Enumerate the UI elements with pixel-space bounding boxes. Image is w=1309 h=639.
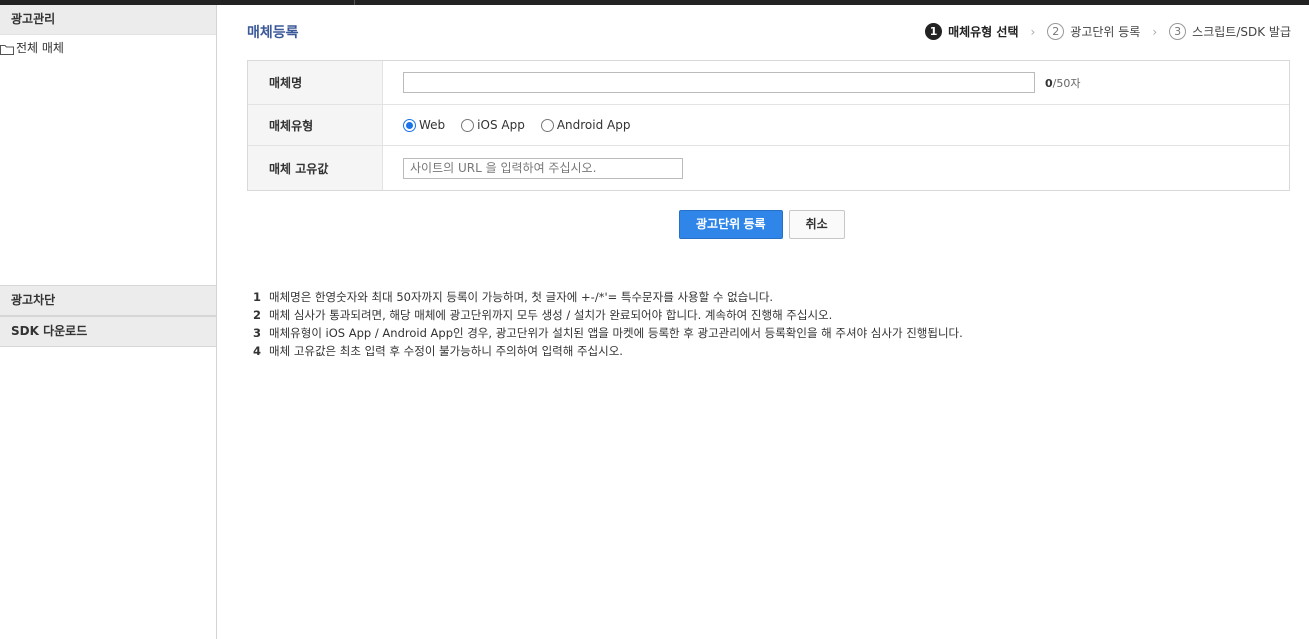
step-label: 스크립트/SDK 발급: [1192, 25, 1291, 39]
list-item: 2 매체 심사가 통과되려면, 해당 매체에 광고단위까지 모두 생성 / 설치…: [253, 308, 833, 322]
radio-button[interactable]: [540, 118, 554, 132]
tree-item-all-media[interactable]: 전체 매체: [0, 40, 64, 56]
list-item: 3 매체유형이 iOS App / Android App인 경우, 광고단위가…: [253, 326, 963, 340]
char-count: 0: [1045, 76, 1053, 90]
notes-list: 1 매체명은 한영숫자와 최대 50자까지 등록이 가능하며, 첫 글자에 +-…: [253, 288, 963, 360]
field-label: 매체명: [248, 61, 383, 104]
field-label: 매체유형: [248, 105, 383, 145]
form-row-type: 매체유형 Web iOS App Android App: [248, 105, 1289, 146]
media-name-input[interactable]: [403, 72, 1035, 93]
media-key-input[interactable]: [403, 157, 683, 179]
step-label: 매체유형 선택: [948, 25, 1019, 39]
step-number: 2: [1047, 23, 1065, 40]
chevron-right-icon: ›: [1152, 24, 1158, 39]
tree-item-label: 전체 매체: [16, 41, 64, 55]
char-max: /50자: [1052, 76, 1081, 90]
radio-button[interactable]: [461, 118, 475, 132]
step-indicator: 1 매체유형 선택 › 2 광고단위 등록 › 3 스크립트/SDK 발급: [925, 23, 1291, 40]
list-item: 4 매체 고유값은 최초 입력 후 수정이 불가능하니 주의하여 입력해 주십시…: [253, 344, 623, 358]
radio-ios-app[interactable]: iOS App: [461, 118, 525, 132]
radio-button[interactable]: [403, 118, 416, 132]
chevron-right-icon: ›: [1030, 24, 1036, 39]
step-label: 광고단위 등록: [1070, 25, 1141, 39]
page-title: 매체등록: [247, 25, 299, 41]
media-form: 매체명 0/50자 매체유형 Web iOS App Android App 매…: [247, 60, 1290, 191]
field-label: 매체 고유값: [248, 146, 383, 190]
sidebar-item-ad-blocking[interactable]: 광고차단: [0, 285, 216, 316]
step-1: 1 매체유형 선택: [925, 23, 1018, 40]
form-actions: 광고단위 등록 취소: [679, 210, 845, 239]
sidebar-item-ad-management[interactable]: 광고관리: [0, 5, 216, 35]
step-number: 3: [1169, 23, 1187, 40]
radio-label: Android App: [556, 118, 631, 132]
register-ad-unit-button[interactable]: 광고단위 등록: [679, 210, 783, 239]
step-2: 2 광고단위 등록: [1047, 23, 1140, 40]
sidebar: 광고관리 전체 매체 광고차단 SDK 다운로드: [0, 5, 217, 639]
form-row-name: 매체명 0/50자: [248, 61, 1289, 105]
radio-label: iOS App: [477, 118, 525, 132]
main-content: 매체등록 1 매체유형 선택 › 2 광고단위 등록 › 3 스크립트/SDK …: [217, 5, 1309, 639]
step-number: 1: [925, 23, 943, 40]
cancel-button[interactable]: 취소: [788, 210, 845, 239]
radio-web[interactable]: Web: [403, 118, 445, 132]
radio-android-app[interactable]: Android App: [540, 118, 631, 132]
char-counter: 0/50자: [1045, 75, 1080, 91]
radio-label: Web: [419, 118, 446, 132]
list-item: 1 매체명은 한영숫자와 최대 50자까지 등록이 가능하며, 첫 글자에 +-…: [253, 290, 774, 304]
step-3: 3 스크립트/SDK 발급: [1169, 23, 1291, 40]
folder-icon: [0, 43, 14, 55]
sidebar-item-sdk-download[interactable]: SDK 다운로드: [0, 316, 216, 347]
form-row-key: 매체 고유값: [248, 146, 1289, 190]
